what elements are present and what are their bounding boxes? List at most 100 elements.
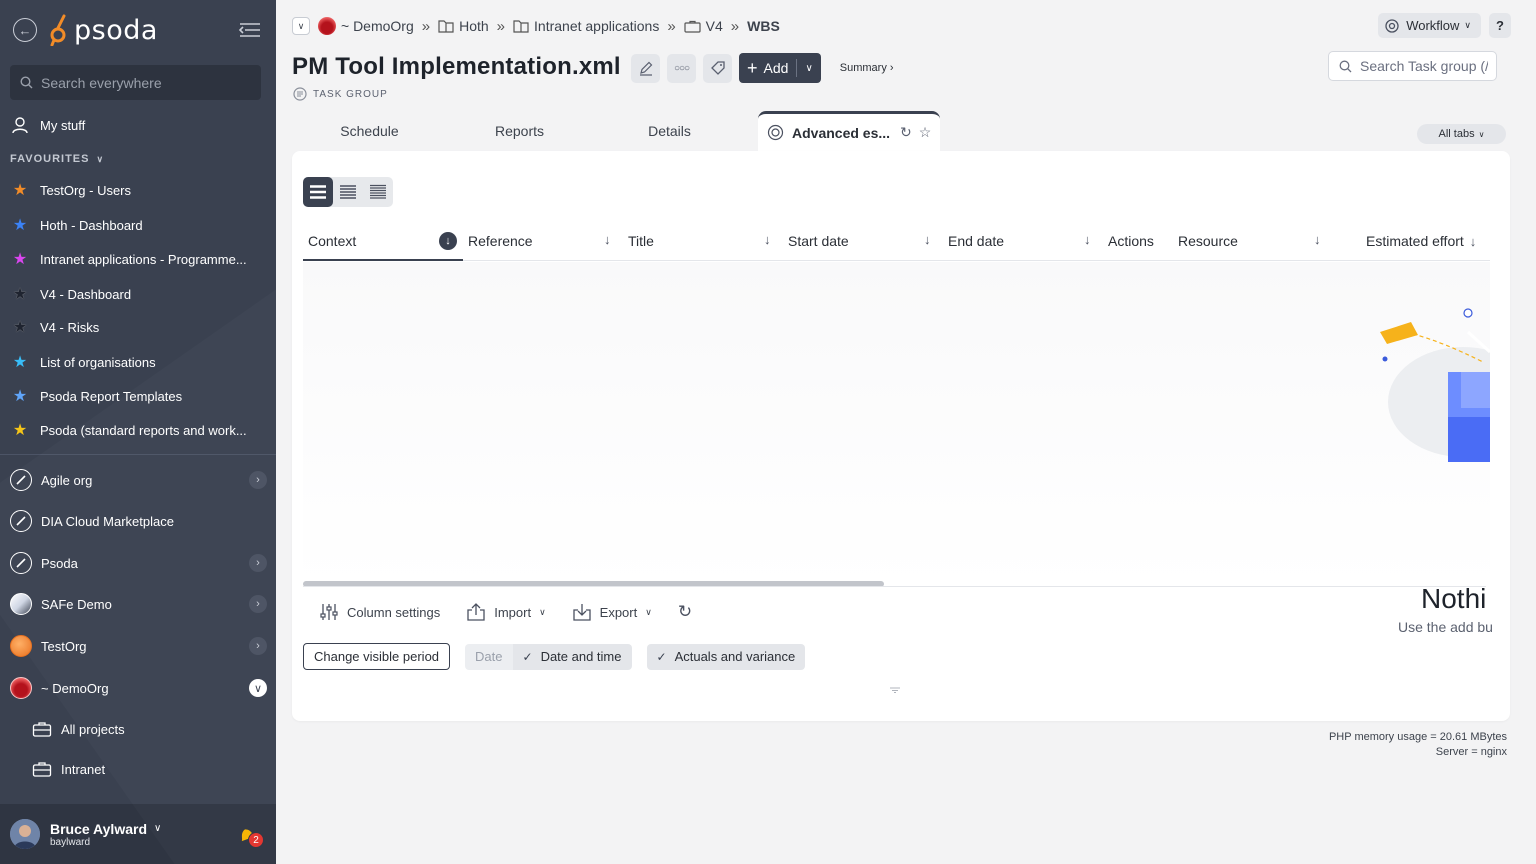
add-button[interactable]: + Add ∨ xyxy=(739,53,821,83)
resize-handle-icon[interactable] xyxy=(889,687,901,693)
column-settings-label: Column settings xyxy=(347,604,441,620)
notifications-button[interactable]: 2 xyxy=(236,824,264,850)
column-header-start-date[interactable]: Start date ↓ xyxy=(788,221,938,261)
sort-arrow-icon[interactable]: ↓ xyxy=(924,232,931,247)
chevron-down-icon[interactable]: ∨ xyxy=(292,17,310,35)
refresh-icon[interactable]: ↻ xyxy=(900,124,912,141)
favourite-item[interactable]: ★ Intranet applications - Programme... xyxy=(0,243,276,275)
tab-reports[interactable]: Reports xyxy=(447,111,592,151)
favourite-label: Intranet applications - Programme... xyxy=(40,251,247,267)
favourite-item[interactable]: ★ Psoda (standard reports and work... xyxy=(0,414,276,446)
collapse-menu-icon[interactable] xyxy=(237,20,263,40)
sub-item-intranet[interactable]: Intranet xyxy=(0,751,276,787)
chevron-down-icon[interactable]: ∨ xyxy=(249,679,267,697)
org-label: SAFe Demo xyxy=(41,596,112,612)
breadcrumb-org[interactable]: ~ DemoOrg xyxy=(318,17,414,35)
column-settings-button[interactable]: Column settings xyxy=(319,602,440,622)
workflow-button[interactable]: Workflow ∨ xyxy=(1378,13,1481,38)
sub-item-all-projects[interactable]: All projects xyxy=(0,711,276,747)
star-icon: ★ xyxy=(12,388,28,405)
breadcrumb-separator: » xyxy=(730,17,740,35)
favourite-item[interactable]: ★ V4 - Risks xyxy=(0,311,276,343)
sort-desc-icon[interactable]: ↓ xyxy=(439,232,457,250)
change-visible-period-button[interactable]: Change visible period xyxy=(303,643,451,670)
sort-arrow-icon[interactable]: ↓ xyxy=(1470,234,1477,249)
tab-advanced-estimates[interactable]: Advanced es... ↻ ☆ xyxy=(758,111,941,151)
chevron-right-icon[interactable]: › xyxy=(249,471,267,489)
workflow-icon xyxy=(1385,18,1399,33)
org-item-dia-cloud[interactable]: DIA Cloud Marketplace xyxy=(0,501,276,541)
user-menu[interactable]: Bruce Aylward ∨ baylward 2 xyxy=(0,804,276,864)
favourite-item[interactable]: ★ Hoth - Dashboard xyxy=(0,209,276,241)
org-label: ~ DemoOrg xyxy=(41,680,109,696)
column-label: Context xyxy=(308,233,357,249)
favourites-header[interactable]: FAVOURITES ∨ xyxy=(10,153,104,165)
org-item-psoda[interactable]: Psoda › xyxy=(0,543,276,583)
column-header-context[interactable]: Context ↓ xyxy=(308,221,458,261)
export-button[interactable]: Export ∨ xyxy=(572,602,652,622)
sidebar-item-my-stuff[interactable]: My stuff xyxy=(0,109,276,141)
org-item-demoorg[interactable]: ~ DemoOrg ∨ xyxy=(0,668,276,708)
refresh-button[interactable]: ↻ xyxy=(678,602,692,622)
column-header-actions[interactable]: Actions xyxy=(1108,221,1173,261)
actuals-and-variance-toggle[interactable]: ✓ Actuals and variance xyxy=(646,643,806,670)
favourite-item[interactable]: ★ Psoda Report Templates xyxy=(0,380,276,412)
column-header-resource[interactable]: Resource ↓ xyxy=(1178,221,1328,261)
back-icon[interactable]: ← xyxy=(13,18,37,42)
chevron-right-icon[interactable]: › xyxy=(249,554,267,572)
sort-arrow-icon[interactable]: ↓ xyxy=(604,232,611,247)
column-header-reference[interactable]: Reference ↓ xyxy=(468,221,618,261)
star-icon: ★ xyxy=(12,182,28,199)
breadcrumb-intranet-applications[interactable]: Intranet applications xyxy=(513,18,659,34)
tab-schedule[interactable]: Schedule xyxy=(292,111,447,151)
org-item-safe-demo[interactable]: SAFe Demo › xyxy=(0,584,276,624)
favourite-item[interactable]: ★ List of organisations xyxy=(0,346,276,378)
summary-link[interactable]: Summary › xyxy=(840,62,894,74)
breadcrumb-v4[interactable]: V4 xyxy=(684,18,723,34)
star-outline-icon[interactable]: ☆ xyxy=(919,124,932,141)
empty-state-subtitle: Use the add bu xyxy=(1398,619,1493,635)
favourite-item[interactable]: ★ V4 - Dashboard xyxy=(0,278,276,310)
all-tabs-button[interactable]: All tabs ∨ xyxy=(1417,124,1506,144)
date-option[interactable]: Date xyxy=(465,643,513,670)
programme-icon xyxy=(513,20,529,33)
chevron-down-icon[interactable]: ∨ xyxy=(805,63,812,74)
task-group-search-input[interactable] xyxy=(1360,58,1488,74)
more-button[interactable]: ○○○ xyxy=(667,53,696,83)
column-header-title[interactable]: Title ↓ xyxy=(628,221,778,261)
chevron-right-icon[interactable]: › xyxy=(249,637,267,655)
favourite-item[interactable]: ★ TestOrg - Users xyxy=(0,174,276,206)
sort-arrow-icon[interactable]: ↓ xyxy=(1314,232,1321,247)
date-and-time-option[interactable]: ✓ Date and time xyxy=(512,643,632,670)
horizontal-scrollbar[interactable] xyxy=(303,580,1486,587)
density-dense-button[interactable] xyxy=(363,177,393,207)
add-label: Add xyxy=(763,60,789,76)
breadcrumb-hoth[interactable]: Hoth xyxy=(438,18,489,34)
tag-button[interactable] xyxy=(703,53,732,83)
chevron-down-icon: ∨ xyxy=(645,606,652,617)
import-label: Import xyxy=(494,604,532,620)
column-header-end-date[interactable]: End date ↓ xyxy=(948,221,1098,261)
psoda-logo[interactable]: psoda xyxy=(50,12,158,48)
demoorg-logo-icon xyxy=(10,677,32,699)
sort-arrow-icon[interactable]: ↓ xyxy=(1084,232,1091,247)
org-item-agile-org[interactable]: Agile org › xyxy=(0,460,276,500)
import-button[interactable]: Import ∨ xyxy=(466,602,546,622)
edit-button[interactable] xyxy=(631,53,660,83)
briefcase-icon xyxy=(32,762,52,777)
tab-details[interactable]: Details xyxy=(592,111,747,151)
sort-arrow-icon[interactable]: ↓ xyxy=(764,232,771,247)
global-search xyxy=(10,65,261,100)
density-compact-button[interactable] xyxy=(333,177,363,207)
density-comfortable-button[interactable] xyxy=(303,177,333,207)
global-search-input[interactable] xyxy=(41,74,251,91)
star-icon: ★ xyxy=(12,286,28,303)
chevron-right-icon[interactable]: › xyxy=(249,595,267,613)
import-icon xyxy=(467,603,485,621)
help-button[interactable]: ? xyxy=(1489,13,1511,38)
org-item-testorg[interactable]: TestOrg › xyxy=(0,626,276,666)
breadcrumb-wbs[interactable]: WBS xyxy=(747,18,780,34)
column-header-estimated-effort[interactable]: Estimated effort ↓ xyxy=(1366,221,1490,261)
sub-item-label: Intranet xyxy=(61,761,106,777)
briefcase-icon xyxy=(32,722,52,737)
